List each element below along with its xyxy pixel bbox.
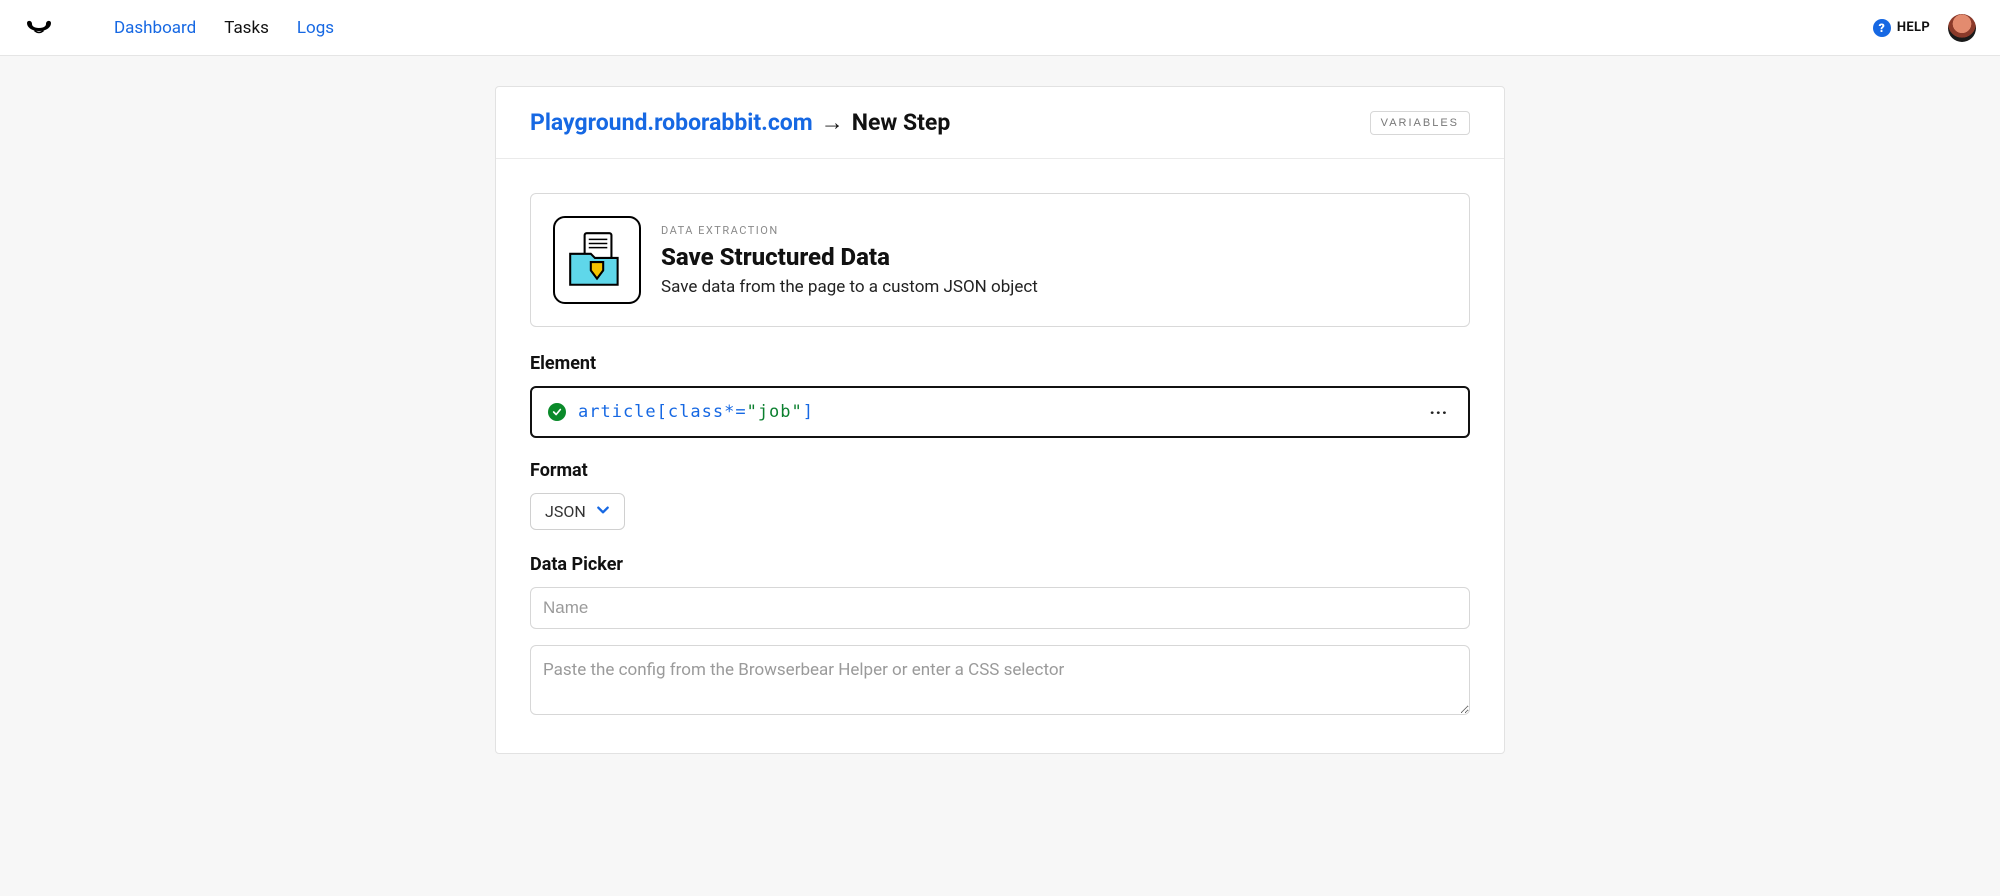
data-picker-config-input[interactable] (530, 645, 1470, 715)
step-folder-icon (553, 216, 641, 304)
variables-button[interactable]: VARIABLES (1370, 111, 1470, 135)
step-category: DATA EXTRACTION (661, 224, 1038, 237)
page: Playground.roborabbit.com → New Step VAR… (0, 56, 2000, 814)
format-label: Format (530, 460, 1470, 481)
format-select-value: JSON (545, 502, 586, 521)
card-body: DATA EXTRACTION Save Structured Data Sav… (496, 159, 1504, 753)
help-label: HELP (1897, 20, 1930, 35)
element-more-icon[interactable]: ··· (1426, 403, 1452, 422)
bear-logo-icon (24, 18, 54, 38)
step-meta: DATA EXTRACTION Save Structured Data Sav… (661, 224, 1038, 297)
element-label: Element (530, 353, 1470, 374)
step-title: Save Structured Data (661, 243, 1038, 271)
logo[interactable] (24, 18, 54, 38)
data-picker-name-input[interactable] (530, 587, 1470, 629)
nav-logs[interactable]: Logs (297, 18, 334, 38)
step-summary: DATA EXTRACTION Save Structured Data Sav… (530, 193, 1470, 327)
breadcrumb-current: New Step (852, 109, 951, 136)
step-description: Save data from the page to a custom JSON… (661, 277, 1038, 297)
valid-check-icon (548, 403, 566, 421)
breadcrumb-site-link[interactable]: Playground.roborabbit.com (530, 109, 813, 136)
data-picker-label: Data Picker (530, 554, 1470, 575)
element-input[interactable]: article[class*="job"] ··· (530, 386, 1470, 438)
main-nav: Dashboard Tasks Logs (114, 18, 334, 38)
format-field: Format JSON (530, 460, 1470, 530)
format-select[interactable]: JSON (530, 493, 625, 530)
topbar-left: Dashboard Tasks Logs (24, 18, 334, 38)
topbar-right: ? HELP (1873, 14, 1976, 42)
nav-dashboard[interactable]: Dashboard (114, 18, 196, 38)
chevron-down-icon (596, 502, 610, 521)
help-icon: ? (1873, 19, 1891, 37)
help-button[interactable]: ? HELP (1873, 19, 1930, 37)
breadcrumb-arrow-icon: → (821, 109, 844, 136)
card-header: Playground.roborabbit.com → New Step VAR… (496, 87, 1504, 159)
step-card: Playground.roborabbit.com → New Step VAR… (495, 86, 1505, 754)
avatar[interactable] (1948, 14, 1976, 42)
breadcrumb: Playground.roborabbit.com → New Step (530, 109, 950, 136)
element-selector-code: article[class*="job"] (578, 402, 1414, 422)
nav-tasks[interactable]: Tasks (224, 18, 269, 38)
topbar: Dashboard Tasks Logs ? HELP (0, 0, 2000, 56)
